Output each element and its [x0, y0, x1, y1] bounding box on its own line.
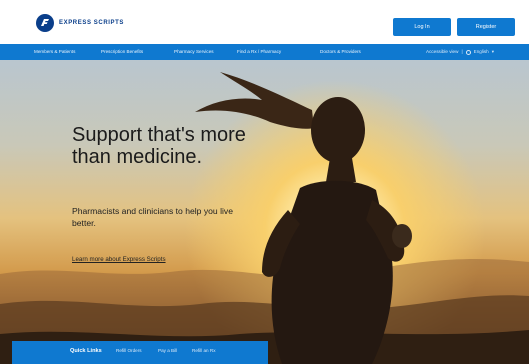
nav-item-prescription-benefits[interactable]: Prescription Benefits — [101, 44, 143, 60]
nav-utility: Accessible view | English ▾ — [426, 44, 494, 60]
nav-item-pharmacy-services[interactable]: Pharmacy Services — [174, 44, 214, 60]
globe-icon — [465, 49, 471, 55]
quick-link-refill-rx[interactable]: Refill an Rx — [192, 348, 216, 353]
nav-item-doctors-providers[interactable]: Doctors & Providers — [320, 44, 361, 60]
site-header: EXPRESS SCRIPTS Log In Register — [0, 0, 529, 46]
separator: | — [461, 49, 463, 54]
language-select[interactable]: English — [474, 44, 489, 60]
brand-name: EXPRESS SCRIPTS — [59, 20, 125, 26]
page: EXPRESS SCRIPTS Log In Register Members … — [0, 0, 529, 364]
quick-link-pay-bill[interactable]: Pay a Bill — [158, 348, 177, 353]
hero-headline: Support that's more than medicine. — [72, 124, 246, 168]
chevron-down-icon: ▾ — [491, 49, 495, 54]
register-button[interactable]: Register — [457, 18, 515, 36]
main-nav: Members & Patients Prescription Benefits… — [0, 44, 529, 60]
quick-links-title: Quick Links — [70, 348, 102, 354]
login-button[interactable]: Log In — [393, 18, 451, 36]
logo-mark-icon — [36, 14, 54, 32]
quick-link-refill-orders[interactable]: Refill Orders — [116, 348, 142, 353]
learn-more-link[interactable]: Learn more about Express Scripts — [72, 256, 166, 263]
nav-item-members[interactable]: Members & Patients — [34, 44, 75, 60]
accessible-view-link[interactable]: Accessible view — [426, 44, 458, 60]
nav-item-find-pharmacy[interactable]: Find a Rx / Pharmacy — [237, 44, 281, 60]
brand-logo[interactable]: EXPRESS SCRIPTS — [36, 14, 124, 32]
hero-subtext: Pharmacists and clinicians to help you l… — [72, 206, 233, 228]
hero-banner: Support that's more than medicine. Pharm… — [0, 60, 529, 364]
quick-links-bar: Quick Links Refill Orders Pay a Bill Ref… — [12, 341, 268, 364]
